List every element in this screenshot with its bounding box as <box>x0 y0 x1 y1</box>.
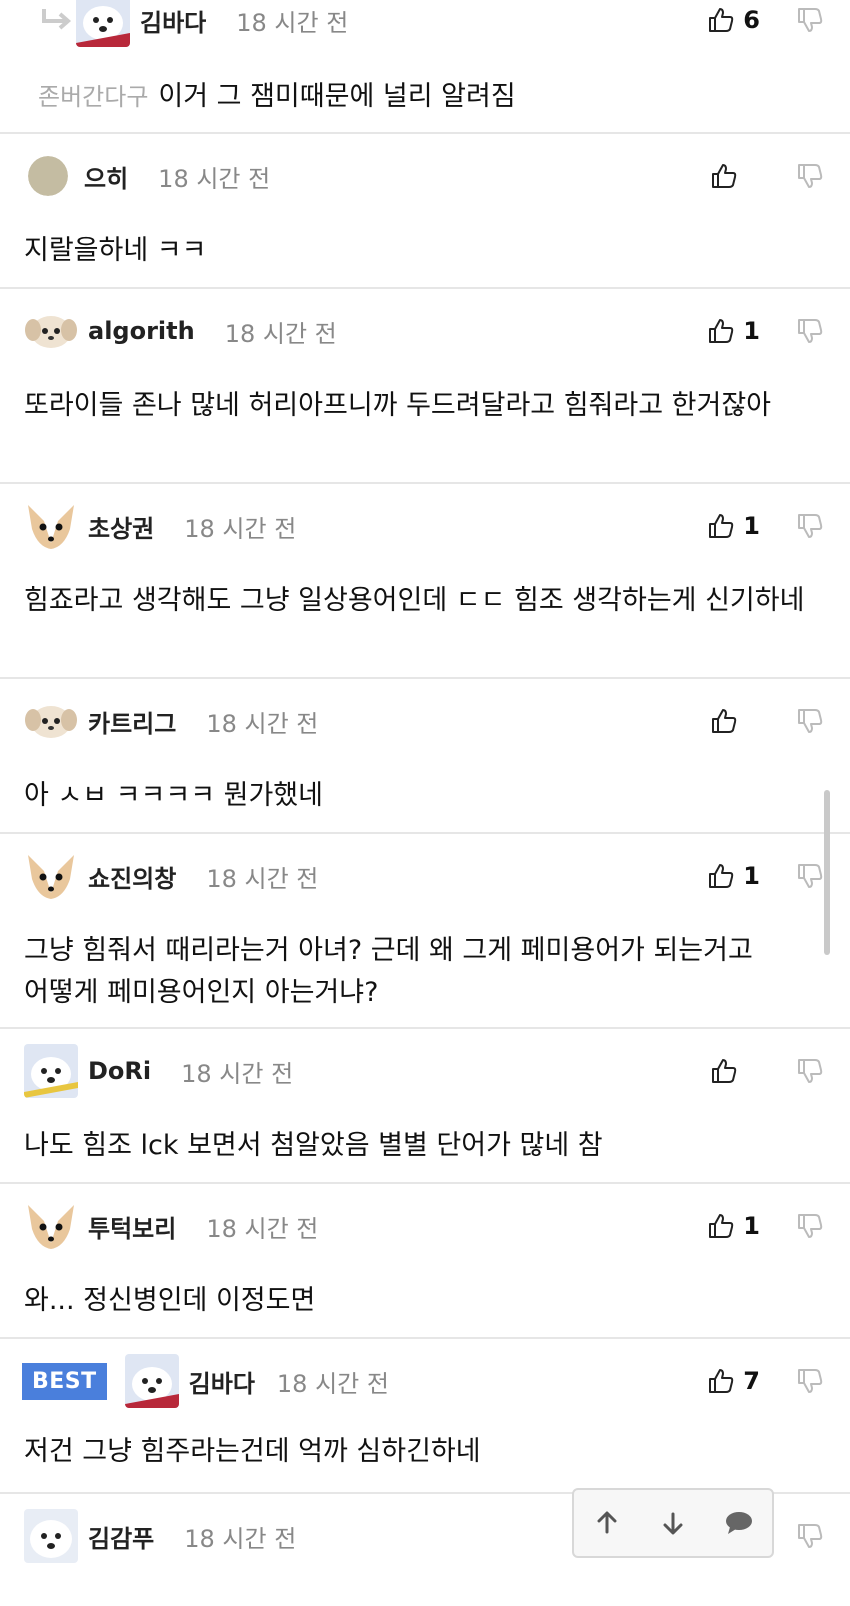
arrow-down-icon <box>663 1512 683 1535</box>
thumbs-down-icon[interactable] <box>796 317 824 345</box>
thumbs-up-icon <box>712 709 737 733</box>
thumbs-up-icon <box>712 164 737 188</box>
avatar[interactable] <box>76 0 130 47</box>
floating-nav <box>572 1488 774 1558</box>
like-button[interactable]: 1 <box>707 1212 760 1240</box>
comment-text: 그냥 힘줘서 때리라는거 아녀? 근데 왜 그게 페미용어가 되는거고 어떻게 … <box>24 935 753 1008</box>
thumbs-down-icon[interactable] <box>796 6 824 34</box>
avatar[interactable] <box>24 1199 78 1253</box>
comment-author[interactable]: 카트리그 <box>88 704 176 739</box>
comment-text: 아 ㅅㅂ ㅋㅋㅋㅋ 뭔가했네 <box>24 780 323 811</box>
avatar[interactable] <box>24 694 78 748</box>
like-button[interactable] <box>710 707 760 735</box>
comment-text: 힘죠라고 생각해도 그냥 일상용어인데 ㄷㄷ 힘조 생각하는게 신기하네 <box>24 585 805 616</box>
like-count: 1 <box>743 862 760 890</box>
avatar[interactable] <box>124 1354 179 1408</box>
reply-target[interactable]: 존버간다구 <box>38 83 148 111</box>
comment-text: 또라이들 존나 많네 허리아프니까 두드려달라고 힘줘라고 한거잖아 <box>24 390 772 421</box>
avatar[interactable] <box>24 1044 78 1098</box>
comment-time: 18 시간 전 <box>181 1059 294 1088</box>
comment-item: BEST 김바다 18 시간 전 7 저건 그냥 힘주라는건데 억까 심하긴하네 <box>0 1339 850 1494</box>
like-button[interactable]: 1 <box>707 862 760 890</box>
thumbs-up-icon <box>712 1059 737 1083</box>
thumbs-down-icon[interactable] <box>796 1522 824 1550</box>
comment-item: algorith 18 시간 전 1 또라이들 존나 많네 허리아프니까 두드려… <box>0 289 850 484</box>
comment-time: 18 시간 전 <box>184 514 297 543</box>
comment-button[interactable] <box>719 1503 759 1543</box>
comment-author[interactable]: 김감푸 <box>88 1519 154 1554</box>
like-button[interactable]: 7 <box>707 1367 760 1395</box>
comment-time: 18 시간 전 <box>224 319 337 348</box>
thumbs-down-icon[interactable] <box>796 1057 824 1085</box>
comment-text: 이거 그 잼미때문에 널리 알려짐 <box>158 81 516 112</box>
comment-item: 초상권 18 시간 전 1 힘죠라고 생각해도 그냥 일상용어인데 ㄷㄷ 힘조 … <box>0 484 850 679</box>
comment-time: 18 시간 전 <box>206 864 319 893</box>
thumbs-up-icon <box>709 1214 734 1238</box>
comment-author[interactable]: 투턱보리 <box>88 1209 176 1244</box>
like-button[interactable]: 1 <box>707 512 760 540</box>
avatar[interactable] <box>24 304 78 358</box>
avatar[interactable] <box>28 156 68 196</box>
comment-text: 저건 그냥 힘주라는건데 억까 심하긴하네 <box>24 1436 481 1467</box>
comment-time: 18 시간 전 <box>206 709 319 738</box>
avatar[interactable] <box>24 1509 78 1563</box>
avatar[interactable] <box>24 499 78 553</box>
thumbs-down-icon[interactable] <box>796 1212 824 1240</box>
best-badge: BEST <box>22 1362 107 1400</box>
comment-time: 18 시간 전 <box>184 1524 297 1553</box>
thumbs-up-icon <box>709 1369 734 1393</box>
comment-author[interactable]: DoRi <box>88 1057 151 1085</box>
thumbs-up-icon <box>709 319 734 343</box>
comment-author[interactable]: algorith <box>88 317 195 345</box>
comment-item: 투턱보리 18 시간 전 1 와... 정신병인데 이정도면 <box>0 1184 850 1339</box>
comment-author[interactable]: 김바다 <box>140 3 206 38</box>
comment-time: 18 시간 전 <box>276 1369 389 1398</box>
comment-author[interactable]: 으히 <box>84 159 128 194</box>
comment-text: 지랄을하네 ㅋㅋ <box>24 235 207 266</box>
thumbs-down-icon[interactable] <box>796 707 824 735</box>
thumbs-down-icon[interactable] <box>796 162 824 190</box>
like-count: 1 <box>743 317 760 345</box>
comment-item: 쇼진의창 18 시간 전 1 그냥 힘줘서 때리라는거 아녀? 근데 왜 그게 … <box>0 834 850 1029</box>
comment-time: 18 시간 전 <box>236 8 349 37</box>
avatar[interactable] <box>24 849 78 903</box>
reply-arrow-icon <box>42 9 72 30</box>
comment-author[interactable]: 초상권 <box>88 509 154 544</box>
comment-time: 18 시간 전 <box>206 1214 319 1243</box>
like-count: 7 <box>743 1367 760 1395</box>
like-count: 1 <box>743 1212 760 1240</box>
thumbs-up-icon <box>709 8 734 32</box>
scroll-up-button[interactable] <box>587 1503 627 1543</box>
like-button[interactable] <box>710 162 760 190</box>
thumbs-up-icon <box>709 864 734 888</box>
comment-item: 카트리그 18 시간 전 아 ㅅㅂ ㅋㅋㅋㅋ 뭔가했네 <box>0 679 850 834</box>
like-button[interactable] <box>710 1057 760 1085</box>
comment-item: 으히 18 시간 전 지랄을하네 ㅋㅋ <box>0 134 850 289</box>
like-count: 1 <box>743 512 760 540</box>
like-button[interactable]: 6 <box>707 6 760 34</box>
comment-item: DoRi 18 시간 전 나도 힘조 lck 보면서 첨알았음 별별 단어가 많… <box>0 1029 850 1184</box>
scrollbar[interactable] <box>824 790 830 955</box>
scroll-down-button[interactable] <box>653 1503 693 1543</box>
speech-bubble-icon <box>726 1512 752 1534</box>
comment-item: 김바다 18 시간 전 6 존버간다구 이거 그 잼미때문에 널리 알려짐 <box>0 0 850 134</box>
comment-text: 와... 정신병인데 이정도면 <box>24 1285 316 1316</box>
comment-author[interactable]: 쇼진의창 <box>88 859 176 894</box>
comment-text: 나도 힘조 lck 보면서 첨알았음 별별 단어가 많네 참 <box>24 1130 603 1161</box>
like-count: 6 <box>743 6 760 34</box>
comment-time: 18 시간 전 <box>158 164 271 193</box>
comment-author[interactable]: 김바다 <box>189 1364 255 1399</box>
thumbs-down-icon[interactable] <box>796 862 824 890</box>
thumbs-up-icon <box>709 514 734 538</box>
thumbs-down-icon[interactable] <box>796 1367 824 1395</box>
arrow-up-icon <box>597 1511 617 1534</box>
thumbs-down-icon[interactable] <box>796 512 824 540</box>
like-button[interactable]: 1 <box>707 317 760 345</box>
